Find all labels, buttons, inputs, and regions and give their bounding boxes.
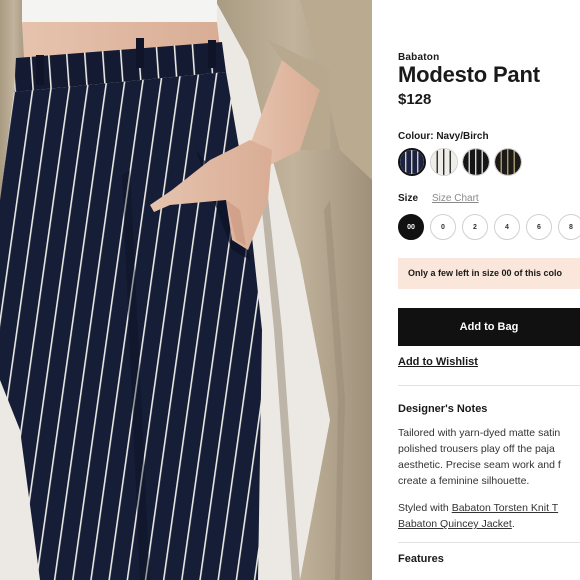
swatch-pattern <box>431 149 457 175</box>
colour-label: Colour: Navy/Birch <box>398 131 489 142</box>
size-chart-link[interactable]: Size Chart <box>432 193 479 204</box>
product-image[interactable] <box>0 0 372 580</box>
notes-line: Tailored with yarn-dyed matte satin <box>398 427 561 439</box>
size-option-2[interactable]: 2 <box>462 214 488 240</box>
add-to-bag-label: Add to Bag <box>459 321 519 333</box>
size-option-8[interactable]: 8 <box>558 214 580 240</box>
features-heading[interactable]: Features <box>398 553 444 565</box>
styled-with-line-1: Styled with Babaton Torsten Knit T <box>398 500 580 516</box>
size-option-6[interactable]: 6 <box>526 214 552 240</box>
size-option-00[interactable]: 00 <box>398 214 424 240</box>
swatch-pattern <box>495 149 521 175</box>
product-photo-illustration <box>0 0 372 580</box>
add-to-bag-button[interactable]: Add to Bag <box>398 308 580 346</box>
swatch-black-white[interactable] <box>462 148 490 176</box>
styled-with-suffix: . <box>511 518 515 530</box>
designers-notes-heading[interactable]: Designer's Notes <box>398 403 487 415</box>
styled-with-link-torsten[interactable]: Babaton Torsten Knit T <box>452 502 558 514</box>
size-header: Size Size Chart <box>398 193 479 204</box>
product-title: Modesto Pant <box>398 62 540 87</box>
designers-notes-text: Tailored with yarn-dyed matte satin poli… <box>398 425 580 489</box>
colour-swatches <box>398 148 522 176</box>
low-stock-notice: Only a few left in size 00 of this colo <box>398 258 580 289</box>
notes-line: aesthetic. Precise seam work and f <box>398 459 561 471</box>
section-divider <box>398 542 580 543</box>
add-to-wishlist-link[interactable]: Add to Wishlist <box>398 356 478 368</box>
styled-with-prefix: Styled with <box>398 502 452 514</box>
size-option-4[interactable]: 4 <box>494 214 520 240</box>
swatch-black-gold[interactable] <box>494 148 522 176</box>
product-price: $128 <box>398 91 432 108</box>
swatch-birch-black[interactable] <box>430 148 458 176</box>
notes-line: polished trousers play off the paja <box>398 443 555 455</box>
product-info-panel: Babaton Modesto Pant $128 Colour: Navy/B… <box>372 0 580 580</box>
size-label: Size <box>398 193 419 204</box>
styled-with-text: Styled with Babaton Torsten Knit T Babat… <box>398 500 580 532</box>
section-divider <box>398 385 580 386</box>
swatch-pattern <box>400 150 424 174</box>
size-options: 00 0 2 4 6 8 <box>398 214 580 240</box>
size-option-0[interactable]: 0 <box>430 214 456 240</box>
swatch-navy-birch[interactable] <box>398 148 426 176</box>
styled-with-link-quincey[interactable]: Babaton Quincey Jacket <box>398 518 512 530</box>
swatch-pattern <box>463 149 489 175</box>
styled-with-line-2: Babaton Quincey Jacket. <box>398 516 580 532</box>
notes-line: create a feminine silhouette. <box>398 475 530 487</box>
